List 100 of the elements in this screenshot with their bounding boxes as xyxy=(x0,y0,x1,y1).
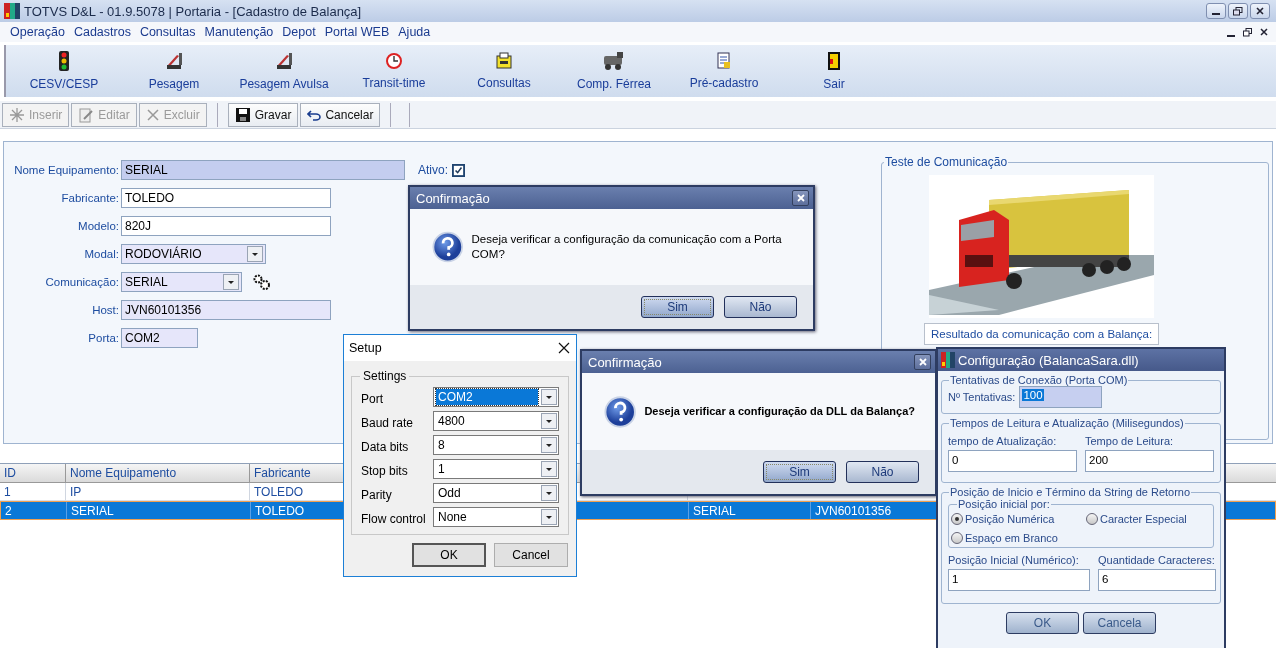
table-cell: 2 xyxy=(1,502,67,519)
app-icon xyxy=(941,352,955,368)
text-field[interactable]: 820J xyxy=(121,216,331,236)
toolbar-button[interactable]: CESV/CESP xyxy=(9,45,119,97)
dropdown[interactable]: COM2 xyxy=(433,386,559,407)
sparkle-icon xyxy=(9,106,25,123)
table-cell: SERIAL xyxy=(67,502,251,519)
toolbar-button[interactable]: Sair xyxy=(779,45,889,97)
field-label: Quantidade Caracteres: xyxy=(1098,554,1216,566)
text-field[interactable]: TOLEDO xyxy=(121,188,331,208)
group-title: Teste de Comunicação xyxy=(884,155,1009,169)
app-icon xyxy=(4,3,20,19)
cross-icon xyxy=(145,107,160,122)
dialog-message: Deseja verificar a configuração da comunicação com a Porta COM? xyxy=(471,232,783,262)
group-title: Settings xyxy=(362,369,408,383)
toolbar-button[interactable]: Pré-cadastro xyxy=(669,45,779,97)
dropdown[interactable]: SERIAL xyxy=(121,272,242,292)
field-label: Parity xyxy=(361,487,393,502)
question-icon xyxy=(604,394,637,429)
text-field[interactable]: 100 xyxy=(1019,386,1103,408)
question-icon xyxy=(432,230,464,264)
dialog-button[interactable]: Cancela xyxy=(1083,612,1156,634)
door-icon xyxy=(827,51,841,71)
field-label: tempo de Atualização: xyxy=(948,435,1058,447)
field-label: Ativo: xyxy=(418,163,448,177)
text-field[interactable]: JVN60101356 xyxy=(121,300,331,320)
restore-icon[interactable] xyxy=(1243,27,1252,37)
text-field[interactable]: 1 xyxy=(948,569,1090,591)
window-title: TOTVS D&L - 01.9.5078 | Portaria - [Cadastro de Balança] xyxy=(24,3,362,19)
action-button[interactable]: Gravar xyxy=(227,102,299,127)
text-field[interactable]: 6 xyxy=(1098,569,1216,591)
toolbar-button[interactable]: Comp. Férrea xyxy=(559,45,669,97)
column-header[interactable]: ID xyxy=(0,464,66,482)
toolbar-button[interactable]: Pesagem xyxy=(119,45,229,97)
close-icon[interactable] xyxy=(1260,27,1268,36)
close-icon xyxy=(1256,7,1264,15)
field-label: Nome Equipamento: xyxy=(13,164,119,176)
group-title: Tempos de Leitura e Atualização (Milisegundos) xyxy=(949,417,1185,429)
dropdown[interactable]: None xyxy=(433,506,559,527)
close-button[interactable] xyxy=(558,342,570,354)
document-icon xyxy=(78,106,95,123)
menu-item[interactable]: Manutenção xyxy=(204,25,274,39)
field-label: Tempo de Leitura: xyxy=(1085,435,1175,447)
text-field[interactable]: 0 xyxy=(948,450,1077,472)
text-field[interactable]: 200 xyxy=(1085,450,1214,472)
dialog-button[interactable]: Não xyxy=(846,461,919,483)
scale-icon xyxy=(275,51,293,71)
dialog-button[interactable]: Cancel xyxy=(494,543,568,567)
toolbar-button[interactable]: Transit-time xyxy=(339,45,449,97)
close-button[interactable] xyxy=(792,190,809,206)
dialog-message: Deseja verificar a configuração da DLL da Balança? xyxy=(644,404,915,419)
traffic-light-icon xyxy=(58,51,70,71)
clock-icon xyxy=(385,52,403,70)
menu-item[interactable]: Ajuda xyxy=(398,25,431,39)
scale-icon xyxy=(165,51,183,71)
dialog-button[interactable]: Não xyxy=(724,296,797,318)
menu-item[interactable]: Depot xyxy=(282,25,316,39)
field-label: Porta: xyxy=(87,332,119,344)
checkbox[interactable] xyxy=(452,163,465,177)
result-label: Resultado da comunicação com a Balança: xyxy=(924,323,1160,345)
close-icon xyxy=(558,342,570,354)
field-label: Nº Tentativas: xyxy=(948,391,1016,403)
minimize-button[interactable] xyxy=(1206,3,1226,19)
text-field[interactable]: SERIAL xyxy=(121,160,405,180)
group-title: Tentativas de Conexão (Porta COM) xyxy=(949,374,1129,386)
dropdown[interactable]: 1 xyxy=(433,458,559,479)
menu-item[interactable]: Operação xyxy=(10,25,65,39)
drawer-icon xyxy=(495,52,513,70)
dropdown[interactable]: Odd xyxy=(433,482,559,503)
toolbar-button[interactable]: Pesagem Avulsa xyxy=(229,45,339,97)
dialog-title: Confirmação xyxy=(416,190,490,206)
field-label: Data bits xyxy=(361,439,410,454)
dialog-title: Setup xyxy=(349,341,382,355)
menu-item[interactable]: Portal WEB xyxy=(324,25,390,39)
field-label: Modelo: xyxy=(77,220,119,232)
toolbar-button[interactable]: Consultas xyxy=(449,45,559,97)
group-title: Posição de Inicio e Término da String de Retorno xyxy=(949,486,1192,498)
menu-item[interactable]: Consultas xyxy=(139,25,196,39)
group-title: Posição inicial por: xyxy=(957,498,1051,510)
dialog-button[interactable]: Sim xyxy=(763,461,836,483)
action-button[interactable]: Cancelar xyxy=(300,102,381,127)
restore-icon xyxy=(1233,6,1243,16)
close-button[interactable] xyxy=(1250,3,1270,19)
dialog-title: Confirmação xyxy=(588,354,662,370)
dialog-button[interactable]: Sim xyxy=(641,296,714,318)
dropdown[interactable]: 4800 xyxy=(433,410,559,431)
close-button[interactable] xyxy=(914,354,931,370)
undo-icon xyxy=(307,108,322,121)
column-header[interactable]: Nome Equipamento xyxy=(66,464,250,482)
dropdown[interactable]: 8 xyxy=(433,434,559,455)
menu-item[interactable]: Cadastros xyxy=(73,25,131,39)
text-field[interactable]: COM2 xyxy=(121,328,198,348)
dialog-button[interactable]: OK xyxy=(1006,612,1079,634)
restore-button[interactable] xyxy=(1228,3,1248,19)
dropdown[interactable]: RODOVIÁRIO xyxy=(121,244,266,264)
dialog-button[interactable]: OK xyxy=(412,543,486,567)
close-icon xyxy=(918,358,927,366)
gears-icon[interactable] xyxy=(252,273,272,291)
field-label: Stop bits xyxy=(361,463,409,478)
radio-button[interactable]: Espaço em Branco xyxy=(951,529,1086,547)
